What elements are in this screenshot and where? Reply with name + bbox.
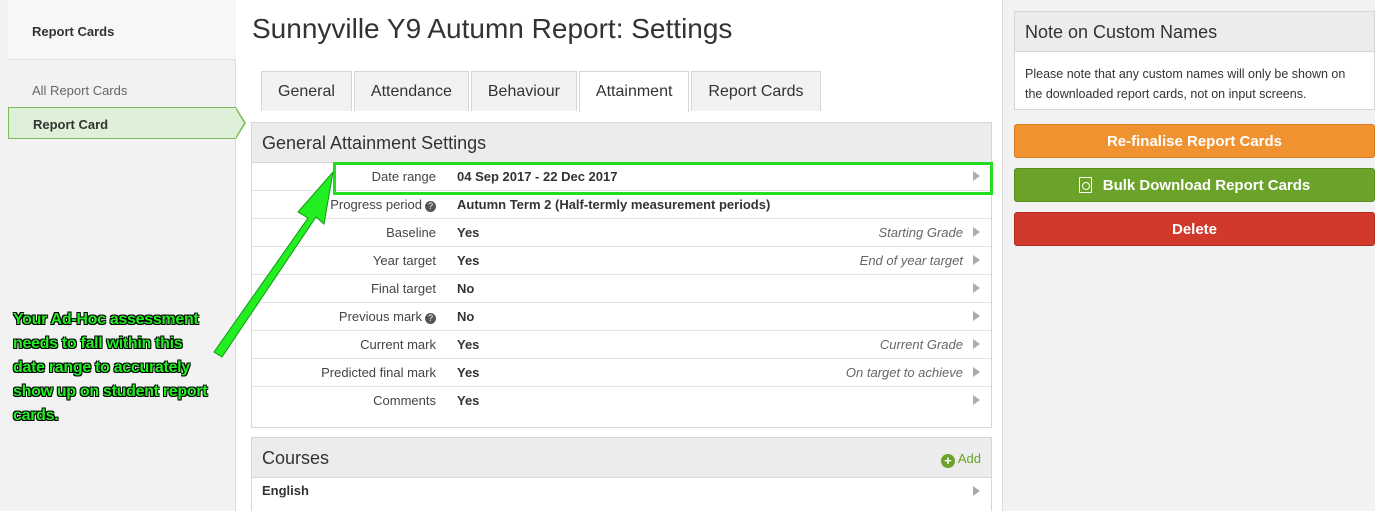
- arrow-shape: [213, 170, 334, 358]
- annotation-arrow: [213, 170, 334, 358]
- annotation-callout: Your Ad-Hoc assessment needs to fall wit…: [13, 311, 208, 424]
